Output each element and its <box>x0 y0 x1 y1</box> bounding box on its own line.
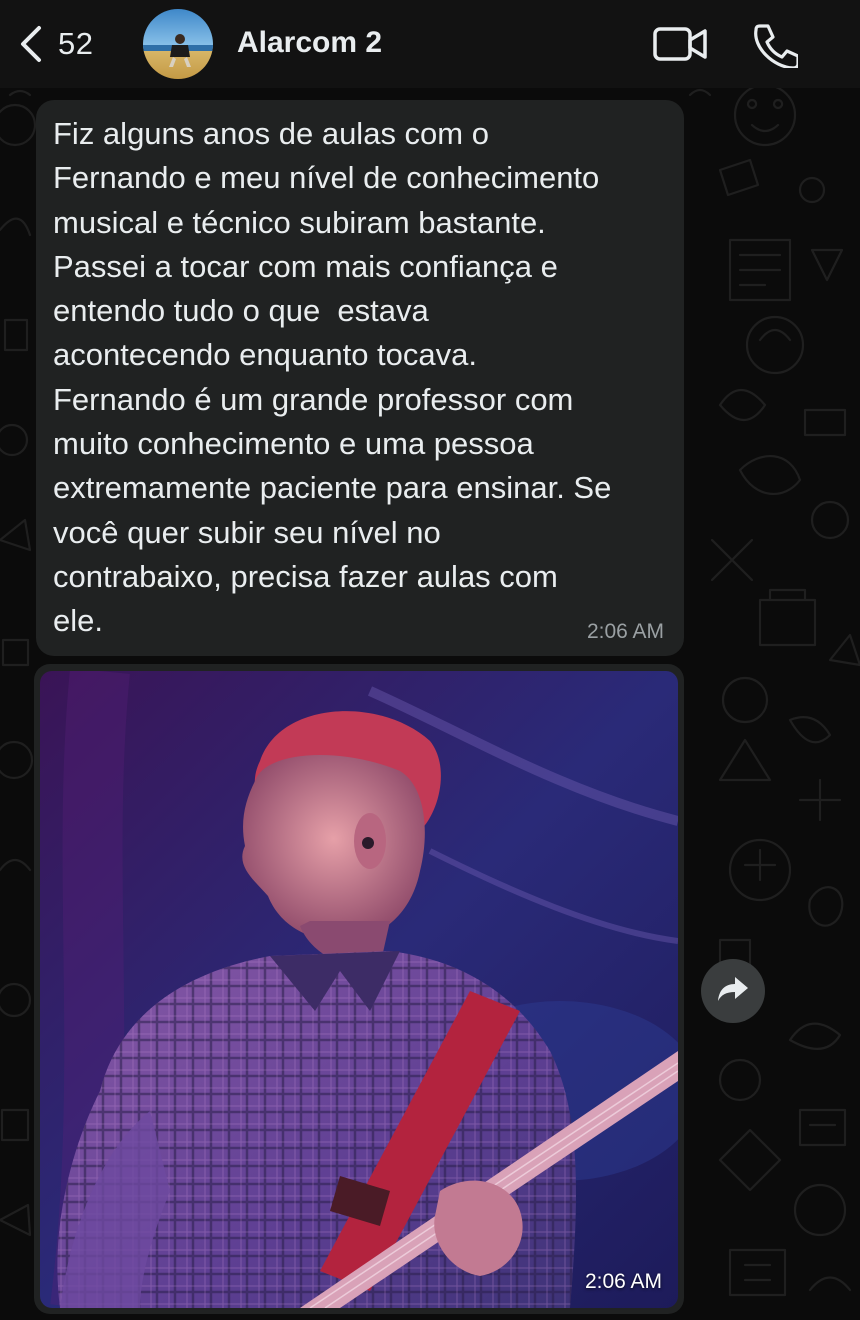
message-text: Fiz alguns anos de aulas com o Fernando … <box>53 116 612 639</box>
video-call-button[interactable] <box>652 24 708 69</box>
forward-button[interactable] <box>701 959 765 1023</box>
chat-header: 52 Alarcom 2 <box>0 0 860 88</box>
voice-call-button[interactable] <box>752 22 800 73</box>
chevron-left-icon <box>18 24 44 64</box>
phone-icon <box>752 24 800 72</box>
video-camera-icon <box>652 27 708 68</box>
message-timestamp: 2:06 AM <box>586 620 664 643</box>
back-button[interactable]: 52 <box>18 20 93 68</box>
message-bubble-text[interactable]: Fiz alguns anos de aulas com o Fernando … <box>36 100 684 656</box>
chat-screen: 52 Alarcom 2 Fiz alguns anos de aulas co… <box>0 0 860 1320</box>
message-photo[interactable] <box>40 671 678 1308</box>
image-timestamp: 2:06 AM <box>584 1270 662 1293</box>
contact-avatar[interactable] <box>143 9 213 79</box>
message-bubble-image[interactable]: 2:06 AM <box>34 664 684 1314</box>
contact-name[interactable]: Alarcom 2 <box>237 26 382 60</box>
unread-count: 52 <box>58 26 94 61</box>
forward-arrow-icon <box>716 974 750 1009</box>
